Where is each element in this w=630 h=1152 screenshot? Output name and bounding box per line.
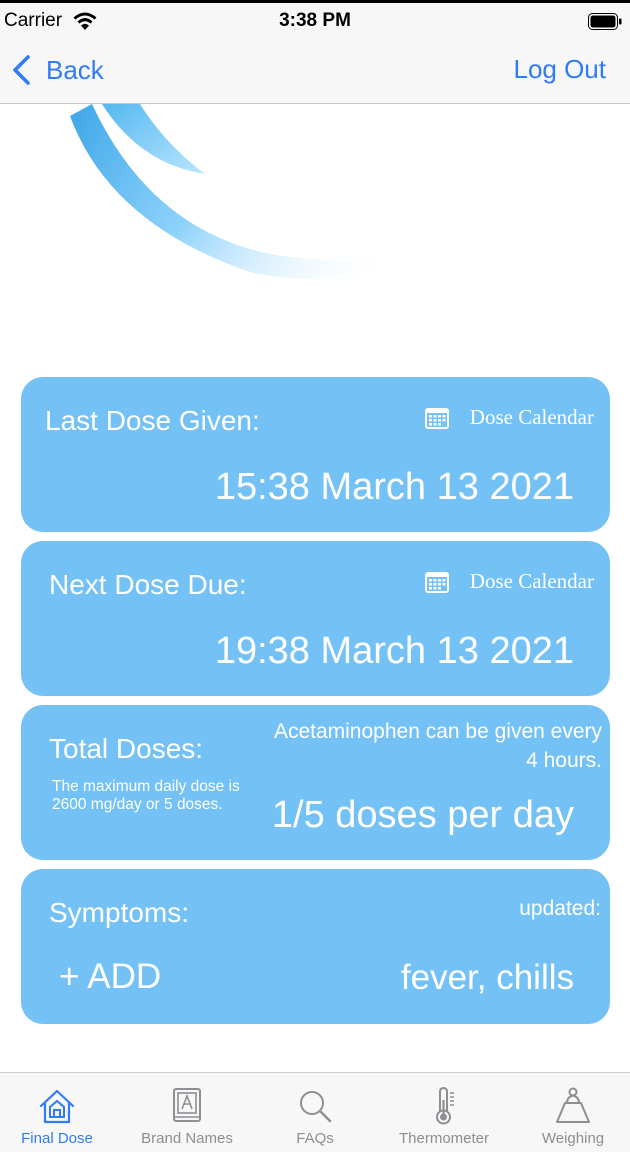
dose-interval-note: Acetaminophen can be given every 4 hours…: [273, 720, 602, 772]
symptoms-updated-label: updated:: [519, 897, 601, 920]
dose-calendar-link[interactable]: Dose Calendar: [424, 405, 594, 430]
logout-button[interactable]: Log Out: [513, 54, 606, 85]
dose-calendar-link[interactable]: Dose Calendar: [424, 569, 594, 594]
dose-calendar-label: Dose Calendar: [469, 405, 594, 429]
last-dose-value: 15:38 March 13 2021: [214, 466, 574, 508]
logo-swoosh: [70, 104, 470, 280]
tab-label: Thermometer: [398, 1130, 490, 1147]
tab-faqs[interactable]: FAQs: [252, 1073, 378, 1152]
status-bar: Carrier 3:38 PM: [0, 0, 630, 38]
back-button[interactable]: Back: [10, 52, 104, 88]
book-icon: [173, 1088, 201, 1122]
navigation-bar: Back Log Out: [0, 38, 630, 104]
add-symptom-button[interactable]: + ADD: [59, 957, 161, 997]
scale-icon: [556, 1087, 590, 1123]
total-doses-title: Total Doses:: [49, 733, 204, 764]
total-doses-value: 1/5 doses per day: [271, 794, 574, 836]
tab-label: Weighing: [541, 1130, 605, 1147]
calendar-icon: [424, 571, 449, 593]
max-dose-note: The maximum daily dose is 2600 mg/day or…: [52, 778, 240, 813]
tab-brand-names[interactable]: Brand Names: [124, 1073, 250, 1152]
clock: 3:38 PM: [279, 10, 351, 31]
last-dose-card: Last Dose Given: Dose Calendar 15:38 Mar…: [21, 377, 610, 532]
home-icon: [39, 1089, 75, 1124]
next-dose-value: 19:38 March 13 2021: [214, 630, 574, 672]
calendar-icon: [424, 407, 449, 429]
battery-icon: [588, 13, 622, 30]
tab-thermometer[interactable]: Thermometer: [381, 1073, 507, 1152]
tab-bar: Final Dose Brand Names FAQs Thermometer: [0, 1072, 630, 1152]
tab-weighing[interactable]: Weighing: [510, 1073, 630, 1152]
thermometer-icon: [436, 1086, 454, 1125]
chevron-left-icon: [13, 55, 30, 85]
total-doses-card: Total Doses: The maximum daily dose is 2…: [21, 705, 610, 860]
search-icon: [300, 1091, 332, 1123]
last-dose-title: Last Dose Given:: [45, 405, 260, 436]
tab-label: Brand Names: [141, 1130, 233, 1147]
symptoms-value: fever, chills: [400, 958, 574, 997]
next-dose-title: Next Dose Due:: [49, 569, 247, 600]
dose-calendar-label: Dose Calendar: [469, 569, 594, 593]
tab-label: Final Dose: [21, 1130, 93, 1147]
back-label: Back: [46, 54, 104, 85]
tab-label: FAQs: [296, 1130, 334, 1147]
tab-final-dose[interactable]: Final Dose: [0, 1073, 120, 1152]
next-dose-card: Next Dose Due: Dose Calendar 19:38 March…: [21, 541, 610, 696]
symptoms-card: Symptoms: updated: + ADD fever, chills: [21, 869, 610, 1024]
symptoms-title: Symptoms:: [49, 897, 190, 928]
